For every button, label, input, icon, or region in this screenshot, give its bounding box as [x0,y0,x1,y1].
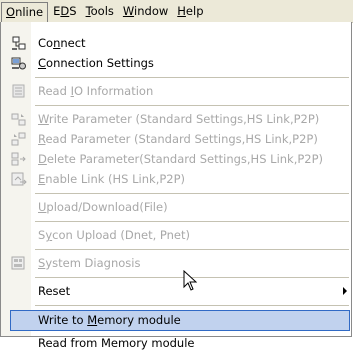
submenu-arrow-icon [343,287,347,295]
menu-item-sycon-upload[interactable]: Sycon Upload (Dnet, Pnet) [1,225,351,246]
menu-item-label: Enable Link (HS Link,P2P) [38,171,185,188]
label-post: O Information [73,84,154,98]
menu-item-label: Reset [38,284,71,298]
label-mnemonic: D [38,152,47,166]
online-dropdown-menu: Connect Connection Settings Read IO Info… [0,22,352,350]
label-post: ystem Diagnosis [45,256,141,270]
menu-item-upload-download[interactable]: Upload/Download(File) [1,197,351,218]
label-pre: Read [38,84,71,98]
menu-item-read-from-memory-module[interactable]: Read from Memory module [1,315,351,350]
connection-settings-icon [11,56,27,71]
menu-eds-post: S [69,4,77,18]
menu-tools-post: ools [90,4,114,18]
menu-item-label: System Diagnosis [38,255,140,272]
label-post: rite Parameter (Standard Settings,HS Lin… [48,112,320,126]
menu-separator [35,105,349,106]
menu-item-enable-link[interactable]: Enable Link (HS Link,P2P) [1,169,351,190]
mouse-pointer-icon [183,269,198,295]
menu-bar: Online EDS Tools Window Help [0,0,353,23]
menu-item-label: Sycon Upload (Dnet, Pnet) [38,227,190,244]
menu-window-post: indow [134,4,169,18]
read-parameter-icon [11,132,27,147]
menu-help[interactable]: Help [173,2,207,20]
label-post: elete Parameter(Standard Settings,HS Lin… [46,152,324,166]
io-information-icon [11,84,27,99]
menu-item-read-io-information[interactable]: Read IO Information [1,81,351,102]
label-mnemonic: W [38,112,49,126]
menu-eds[interactable]: EDS [49,2,80,20]
menu-tools[interactable]: Tools [82,2,118,20]
system-diagnosis-icon [11,256,27,271]
menu-separator [35,249,349,250]
menu-item-label: Delete Parameter(Standard Settings,HS Li… [38,151,323,168]
menu-separator [35,305,349,306]
menu-item-write-parameter[interactable]: Write Parameter (Standard Settings,HS Li… [1,109,351,130]
label-post: onnection Settings [46,56,154,70]
menu-help-mnemonic: H [177,4,186,18]
menu-online-post: nline [15,5,44,19]
menu-window[interactable]: Window [119,2,172,20]
menu-window-mnemonic: W [122,4,135,18]
enable-link-icon [11,172,27,187]
menu-item-system-diagnosis[interactable]: System Diagnosis [1,253,351,274]
menu-help-post: elp [185,4,204,18]
label-pre: Co [38,36,54,50]
menu-separator [35,193,349,194]
delete-parameter-icon [11,152,27,167]
label-post: pload/Download(File) [46,200,168,214]
menu-item-read-parameter[interactable]: Read Parameter (Standard Settings,HS Lin… [1,129,351,150]
label-post: con Upload (Dnet, Pnet) [52,228,190,242]
menu-eds-mnemonic: D [60,4,70,18]
menu-separator [35,221,349,222]
menu-item-delete-parameter[interactable]: Delete Parameter(Standard Settings,HS Li… [1,149,351,170]
label-mnemonic: C [38,56,47,70]
label-post: nect [60,36,86,50]
menu-item-label: Read IO Information [38,83,153,100]
menu-item-connection-settings[interactable]: Connection Settings [1,53,351,74]
label-post: nable Link (HS Link,P2P) [45,172,186,186]
menu-item-label: Read Parameter (Standard Settings,HS Lin… [38,131,318,148]
menu-separator [35,77,349,78]
menu-item-label: Connection Settings [38,55,154,72]
label-post: ead Parameter (Standard Settings,HS Link… [45,132,318,146]
connect-icon [11,36,27,51]
menu-item-label: Connect [38,35,86,52]
menu-item-label: Write Parameter (Standard Settings,HS Li… [38,111,319,128]
write-parameter-icon [11,112,27,127]
menu-online-mnemonic: O [6,5,16,19]
menu-item-label: Upload/Download(File) [38,199,168,216]
menu-item-connect[interactable]: Connect [1,33,351,54]
menu-item-reset[interactable]: Reset [1,281,351,302]
menu-online[interactable]: Online [1,2,49,22]
